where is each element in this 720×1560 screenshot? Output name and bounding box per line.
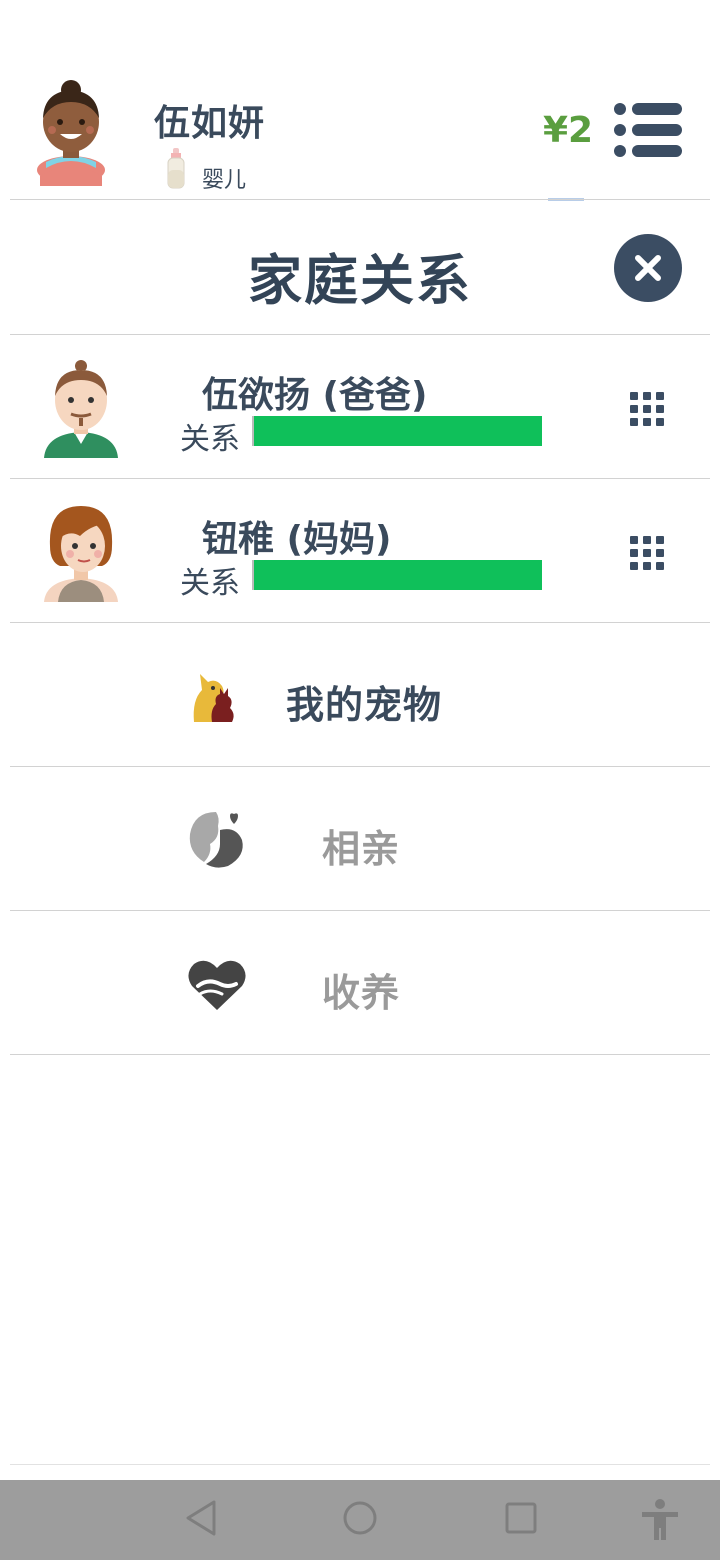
system-nav-bar <box>0 1480 720 1560</box>
relation-row-mother[interactable]: 钮稚 (妈妈) 关系 <box>10 480 710 624</box>
baby-bottle-icon <box>164 148 188 190</box>
relation-bar-fill <box>254 416 542 446</box>
pet-icon <box>186 664 248 726</box>
mother-avatar <box>40 502 122 602</box>
relation-bar-fill <box>254 560 542 590</box>
life-stage-label: 婴儿 <box>202 168 247 193</box>
relation-bar <box>252 560 544 590</box>
relation-label: 关系 <box>180 422 240 457</box>
row-divider <box>10 910 710 911</box>
bottom-divider <box>10 1464 710 1465</box>
action-label: 收养 <box>322 971 401 1015</box>
relation-name: 伍欲扬 (爸爸) <box>202 375 428 416</box>
money-balance[interactable]: ¥2 <box>543 110 593 151</box>
player-avatar[interactable] <box>32 76 110 186</box>
accessibility-icon[interactable] <box>640 1498 680 1546</box>
relation-bar <box>252 416 544 446</box>
close-icon <box>635 255 661 281</box>
action-row-pets[interactable]: 我的宠物 <box>10 624 710 767</box>
home-icon[interactable] <box>342 1498 378 1542</box>
back-icon[interactable] <box>184 1498 218 1542</box>
row-divider <box>10 622 710 623</box>
relation-name: 钮稚 (妈妈) <box>202 519 392 560</box>
father-avatar <box>40 358 122 458</box>
player-name: 伍如妍 <box>154 103 266 144</box>
player-header: 伍如妍 婴儿 ¥2 <box>0 0 720 201</box>
recents-icon[interactable] <box>504 1498 538 1542</box>
grid-icon[interactable] <box>630 392 664 426</box>
close-button[interactable] <box>614 234 682 302</box>
row-divider <box>10 478 710 479</box>
action-label: 我的宠物 <box>286 683 443 727</box>
adoption-icon <box>186 952 248 1014</box>
matchmaking-icon <box>186 808 248 870</box>
header-divider <box>10 199 710 200</box>
action-row-adoption[interactable]: 收养 <box>10 912 710 1055</box>
relation-row-father[interactable]: 伍欲扬 (爸爸) 关系 <box>10 336 710 480</box>
menu-list-icon[interactable] <box>612 100 684 160</box>
title-divider <box>10 334 710 335</box>
relation-label: 关系 <box>180 566 240 601</box>
grid-icon[interactable] <box>630 536 664 570</box>
row-divider <box>10 1054 710 1055</box>
row-divider <box>10 766 710 767</box>
action-label: 相亲 <box>322 827 401 871</box>
page-title: 家庭关系 <box>248 249 472 312</box>
action-row-matchmaking[interactable]: 相亲 <box>10 768 710 911</box>
